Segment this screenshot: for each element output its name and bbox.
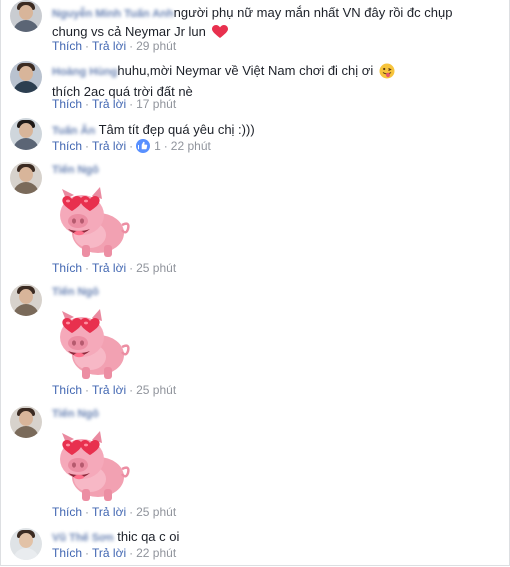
avatar[interactable] (10, 61, 42, 93)
reply-link[interactable]: Trả lời (92, 261, 126, 275)
like-link[interactable]: Thích (52, 383, 82, 397)
avatar[interactable] (10, 528, 42, 560)
timestamp[interactable]: 22 phút (136, 546, 176, 560)
like-link[interactable]: Thích (52, 39, 82, 53)
pig-heart-eyes-sticker (52, 299, 136, 383)
like-reaction-icon[interactable] (136, 139, 151, 153)
comment-body: Hoàng Hùnghuhu,mời Neymar về Việt Nam ch… (52, 62, 395, 100)
red-heart-icon (211, 25, 228, 43)
comment-actions: Thích · Trả lời · 22 phút (52, 546, 177, 560)
reply-link[interactable]: Trả lời (92, 139, 126, 153)
like-link[interactable]: Thích (52, 97, 82, 111)
like-link[interactable]: Thích (52, 505, 82, 519)
comment-thread: Nguyễn Minh Tuấn Anhngười phụ nữ may mắn… (0, 0, 510, 566)
timestamp[interactable]: 22 phút (171, 139, 211, 153)
comment-actions: Thích · Trả lời · 25 phút (52, 505, 177, 519)
comment-author[interactable]: Tiến Ngô (52, 164, 99, 176)
timestamp[interactable]: 25 phút (136, 383, 176, 397)
comment-item: Tiến Ngô Thích · Trả lời · 25 phút (1, 404, 509, 526)
avatar[interactable] (10, 406, 42, 438)
avatar[interactable] (10, 118, 42, 150)
timestamp[interactable]: 29 phút (136, 39, 176, 53)
comment-author[interactable]: Tiến Ngô (52, 408, 99, 420)
comment-actions: Thích · Trả lời · 29 phút (52, 39, 177, 53)
comment-item: Vũ Thế Sơn thic qa c oi Thích · Trả lời · 22… (1, 526, 509, 565)
timestamp[interactable]: 17 phút (136, 97, 176, 111)
timestamp[interactable]: 25 phút (136, 261, 176, 275)
comment-item: Tuấn Ân Tâm tít đẹp quá yêu chị :))) Thí… (1, 116, 509, 160)
reply-link[interactable]: Trả lời (92, 383, 126, 397)
like-link[interactable]: Thích (52, 261, 82, 275)
comment-text: huhu,mời Neymar về Việt Nam chơi đi chị … (117, 63, 374, 78)
comment-author[interactable]: Nguyễn Minh Tuấn Anh (52, 8, 174, 20)
comment-text: thic qa c oi (117, 529, 180, 544)
comment-actions: Thích · Trả lời · 1 · 22 phút (52, 139, 211, 153)
comment-text: Tâm tít đẹp quá yêu chị :))) (98, 122, 255, 137)
comment-actions: Thích · Trả lời · 25 phút (52, 261, 177, 275)
comment-author[interactable]: Hoàng Hùng (52, 66, 117, 78)
reply-link[interactable]: Trả lời (92, 505, 126, 519)
like-link[interactable]: Thích (52, 139, 82, 153)
comment-item: Tiến Ngô Thích · Trả lời · 25 phút (1, 282, 509, 404)
timestamp[interactable]: 25 phút (136, 505, 176, 519)
like-link[interactable]: Thích (52, 546, 82, 560)
reply-link[interactable]: Trả lời (92, 546, 126, 560)
reply-link[interactable]: Trả lời (92, 97, 126, 111)
pig-heart-eyes-sticker (52, 421, 136, 505)
comment-author[interactable]: Vũ Thế Sơn (52, 532, 114, 544)
comment-actions: Thích · Trả lời · 25 phút (52, 383, 177, 397)
comment-item: Nguyễn Minh Tuấn Anhngười phụ nữ may mắn… (1, 0, 509, 58)
comment-author[interactable]: Tuấn Ân (52, 125, 95, 137)
avatar[interactable] (10, 162, 42, 194)
comment-text-line2: chung vs cả Neymar Jr lun (52, 24, 206, 39)
pig-heart-eyes-sticker (52, 177, 136, 261)
comment-item: Tiến Ngô Thích · Trả lời · 25 phút (1, 160, 509, 282)
tongue-out-emoji-icon (379, 63, 395, 83)
avatar[interactable] (10, 0, 42, 32)
reply-link[interactable]: Trả lời (92, 39, 126, 53)
comment-author[interactable]: Tiến Ngô (52, 286, 99, 298)
reaction-count[interactable]: 1 (154, 139, 161, 153)
avatar[interactable] (10, 284, 42, 316)
comment-text: người phụ nữ may mắn nhất VN đây rồi đc … (173, 5, 453, 20)
comment-item: Hoàng Hùnghuhu,mời Neymar về Việt Nam ch… (1, 58, 509, 116)
comment-actions: Thích · Trả lời · 17 phút (52, 97, 177, 111)
